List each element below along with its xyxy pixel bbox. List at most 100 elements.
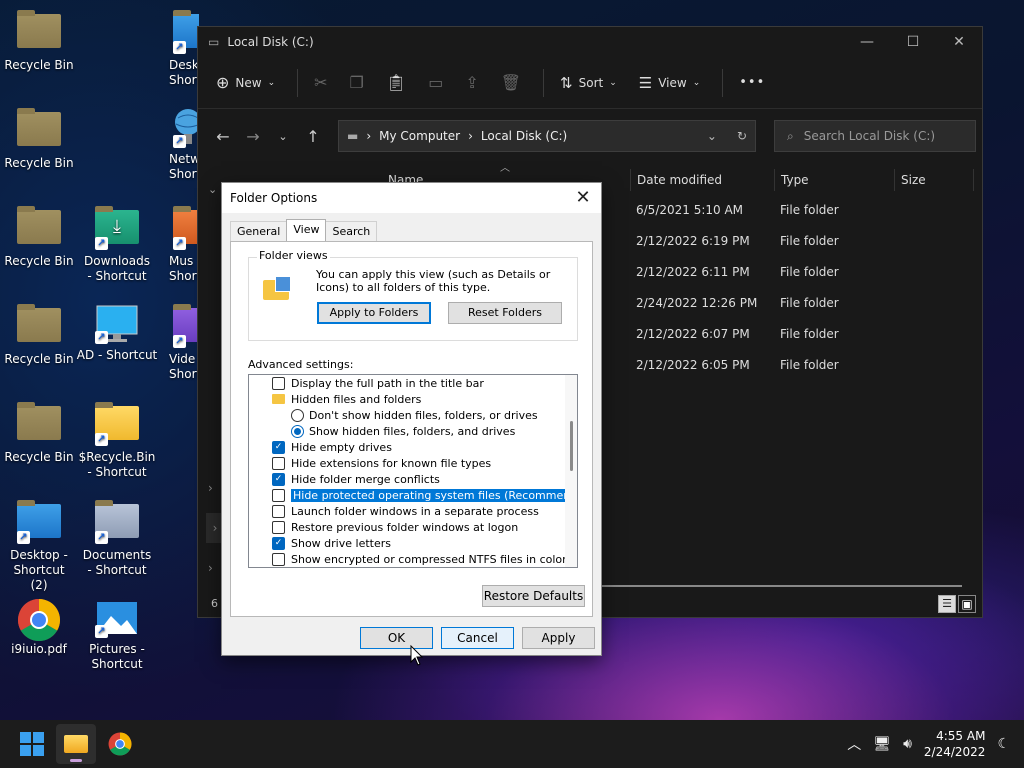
restore-defaults-button[interactable]: Restore Defaults [482,585,585,607]
details-view-icon[interactable]: ☰ [938,595,956,613]
close-icon[interactable]: ✕ [573,187,593,208]
up-button[interactable]: ↑ [298,127,328,146]
rename-button[interactable]: ▭ [428,73,443,92]
view-button[interactable]: ☰ View ⌄ [639,74,700,92]
setting-show-drive-letters[interactable]: ✓ Show drive letters [272,535,391,551]
desktop-icon-documents-shortcut[interactable]: ↗ Documents - Shortcut [75,500,159,578]
apply-button[interactable]: Apply [522,627,595,649]
copy-icon: ❐ [349,73,364,92]
checkbox-unchecked[interactable] [272,376,285,390]
tab-view[interactable]: View [286,219,327,241]
setting-dont-show-hidden[interactable]: Don't show hidden files, folders, or dri… [291,407,538,423]
checkbox-checked[interactable]: ✓ [272,472,285,486]
more-options-button[interactable]: ••• [739,75,765,90]
desktop-icon-recycle-bin-2[interactable]: Recycle Bin [0,108,81,171]
file-row[interactable]: 2/12/2022 6:11 PM File folder [630,257,980,288]
share-button[interactable]: ⇪ [465,73,478,92]
setting-hide-protected-os-files[interactable]: Hide protected operating system files (R… [272,487,577,503]
checkbox-checked[interactable]: ✓ [272,440,285,454]
dialog-titlebar[interactable]: Folder Options ✕ [222,183,601,213]
checkbox-unchecked[interactable] [272,488,285,502]
setting-hide-merge-conflicts[interactable]: ✓ Hide folder merge conflicts [272,471,440,487]
back-button[interactable]: ← [208,127,238,146]
tab-general[interactable]: General [230,221,288,241]
setting-hide-empty-drives[interactable]: ✓ Hide empty drives [272,439,392,455]
cut-button[interactable]: ✂ [314,73,327,92]
setting-hide-extensions[interactable]: Hide extensions for known file types [272,455,491,471]
copy-button[interactable]: ❐ [350,73,364,92]
maximize-button[interactable]: ☐ [890,27,936,57]
search-input[interactable]: ⌕ Search Local Disk (C:) [774,120,976,152]
checkbox-unchecked[interactable] [272,504,285,518]
desktop-icon-pdf[interactable]: i9iuio.pdf [0,598,81,657]
start-button[interactable] [12,724,52,764]
desktop-icon-downloads-shortcut[interactable]: ⤓ ↗ Downloads - Shortcut [75,206,159,284]
chrome-taskbar-button[interactable] [100,724,140,764]
tab-search[interactable]: Search [325,221,378,241]
desktop-icon-music-shortcut[interactable]: ↗ Mus Short [159,206,199,284]
setting-separate-process[interactable]: Launch folder windows in a separate proc… [272,503,539,519]
file-row[interactable]: 2/24/2022 12:26 PM File folder [630,288,980,319]
cancel-button[interactable]: Cancel [441,627,514,649]
column-header-date[interactable]: Date modified [630,169,774,191]
desktop-icon-desktop-shortcut[interactable]: ↗ Deskt Short [159,10,199,88]
checkbox-checked[interactable]: ✓ [272,536,285,550]
sort-button[interactable]: ⇅ Sort ⌄ [560,74,617,92]
checkbox-unchecked[interactable] [272,520,285,534]
refresh-icon[interactable]: ↻ [737,129,747,143]
file-row[interactable]: 6/5/2021 5:10 AM File folder [630,195,980,226]
checkbox-unchecked[interactable] [272,456,285,470]
desktop-icon-recycle-bin-shortcut[interactable]: ↗ $Recycle.Bin - Shortcut [75,402,159,480]
file-explorer-taskbar-button[interactable] [56,724,96,764]
horizontal-scrollbar[interactable] [598,585,962,587]
minimize-button[interactable]: — [844,27,890,57]
close-button[interactable]: ✕ [936,27,982,57]
desktop-icon-network-shortcut[interactable]: ↗ Netw Short [159,108,199,182]
nav-expand-icon[interactable]: › [208,481,213,495]
setting-show-hidden[interactable]: Show hidden files, folders, and drives [291,423,515,439]
explorer-titlebar[interactable]: ▭ Local Disk (C:) — ☐ ✕ [198,27,982,57]
column-header-type[interactable]: Type [774,169,894,191]
new-button[interactable]: ⊕ New ⌄ [216,73,275,92]
desktop-icon-videos-shortcut[interactable]: ↗ Vide Short [159,304,199,382]
clock[interactable]: 4:55 AM 2/24/2022 [924,728,986,760]
show-hidden-icons-chevron-icon[interactable]: ︿ [847,734,861,754]
nav-expand-icon[interactable]: › [208,561,213,575]
forward-button[interactable]: → [238,127,268,146]
paste-button[interactable]: 📋︎ [386,73,406,92]
delete-button[interactable]: 🗑︎ [501,73,521,92]
settings-scrollbar[interactable] [565,375,577,567]
volume-icon[interactable]: 🔊︎ [903,736,912,752]
breadcrumb-my-computer[interactable]: My Computer [379,129,460,143]
notification-moon-icon[interactable]: ☾ [997,736,1010,752]
scrollbar-thumb[interactable] [570,421,573,471]
apply-to-folders-button[interactable]: Apply to Folders [317,302,431,324]
desktop-icon-ad-shortcut[interactable]: ↗ AD - Shortcut [75,304,159,363]
desktop-icon-recycle-bin-4[interactable]: Recycle Bin [0,304,81,367]
breadcrumb-local-disk[interactable]: Local Disk (C:) [481,129,567,143]
checkbox-unchecked[interactable] [272,552,285,566]
file-row[interactable]: 2/12/2022 6:05 PM File folder [630,350,980,381]
column-header-size[interactable]: Size [894,169,974,191]
share-icon: ⇪ [465,73,479,92]
network-icon[interactable]: 🖥︎ [873,736,891,752]
file-row[interactable]: 2/12/2022 6:19 PM File folder [630,226,980,257]
advanced-settings-list[interactable]: Display the full path in the title bar H… [248,374,578,568]
radio-selected[interactable] [291,424,304,438]
setting-full-path[interactable]: Display the full path in the title bar [272,375,484,391]
recent-locations-button[interactable]: ⌄ [268,130,298,143]
address-dropdown-icon[interactable]: ⌄ [707,129,717,143]
desktop-icon-recycle-bin-3[interactable]: Recycle Bin [0,206,81,269]
desktop-icon-recycle-bin-5[interactable]: Recycle Bin [0,402,81,465]
desktop-icon-recycle-bin-1[interactable]: Recycle Bin [0,10,81,73]
setting-ntfs-color[interactable]: Show encrypted or compressed NTFS files … [272,551,567,567]
setting-restore-windows[interactable]: Restore previous folder windows at logon [272,519,518,535]
reset-folders-button[interactable]: Reset Folders [448,302,562,324]
nav-pane-collapse-icon[interactable]: ⌄ [208,183,217,196]
desktop-icon-pictures-shortcut[interactable]: ↗ Pictures - Shortcut [75,598,159,672]
radio-unselected[interactable] [291,408,304,422]
desktop-icon-desktop-shortcut-2[interactable]: ↗ Desktop - Shortcut (2) [0,500,81,593]
tiles-view-icon[interactable]: ▣ [958,595,976,613]
file-row[interactable]: 2/12/2022 6:07 PM File folder [630,319,980,350]
address-bar[interactable]: ▬ › My Computer › Local Disk (C:) ⌄ ↻ [338,120,756,152]
